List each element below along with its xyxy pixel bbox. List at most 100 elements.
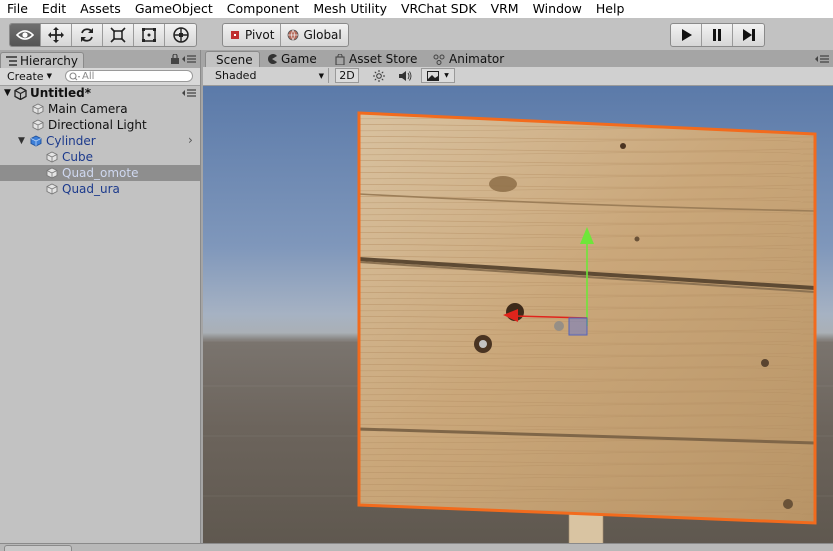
- scene-panel: Scene Game Asset Store Animator Shaded ▼…: [203, 50, 833, 543]
- rotate-tool-button[interactable]: [72, 24, 103, 46]
- pause-icon: [713, 29, 721, 41]
- gameobject-cube-icon: [32, 119, 44, 131]
- menu-help[interactable]: Help: [589, 0, 632, 18]
- global-button[interactable]: Global: [281, 24, 347, 46]
- menu-window[interactable]: Window: [526, 0, 589, 18]
- shading-mode-value: Shaded: [215, 69, 257, 82]
- tab-label: Scene: [216, 53, 253, 67]
- scene-name: Untitled*: [30, 86, 91, 100]
- animator-nodes-icon: [433, 54, 445, 65]
- chevron-down-icon: ▼: [444, 72, 449, 79]
- pivot-label: Pivot: [245, 28, 275, 42]
- hierarchy-item-quad-ura[interactable]: Quad_ura: [0, 181, 200, 197]
- step-button[interactable]: [733, 24, 764, 46]
- scene-tabstrip: Scene Game Asset Store Animator: [203, 50, 833, 68]
- tab-label: Game: [281, 52, 317, 66]
- menu-edit[interactable]: Edit: [35, 0, 73, 18]
- transform-tool-button[interactable]: [165, 24, 196, 46]
- lock-icon[interactable]: [171, 54, 179, 64]
- lighting-toggle[interactable]: [369, 68, 389, 83]
- tab-label: Asset Store: [349, 52, 418, 66]
- move-tool-button[interactable]: [41, 24, 72, 46]
- expand-arrow-icon[interactable]: ▼: [18, 136, 30, 146]
- menu-vrchat-sdk[interactable]: VRChat SDK: [394, 0, 484, 18]
- tab-animator[interactable]: Animator: [427, 51, 510, 67]
- gizmo-plane-handle[interactable]: [568, 317, 588, 336]
- create-dropdown[interactable]: Create ▼: [4, 69, 55, 83]
- prefab-cube-icon: [30, 135, 42, 147]
- hierarchy-item-directional-light[interactable]: Directional Light: [0, 117, 200, 133]
- hierarchy-item-cube[interactable]: Cube: [0, 149, 200, 165]
- unity-scene-icon: [14, 86, 27, 100]
- hierarchy-item-cylinder[interactable]: ▼ Cylinder ›: [0, 133, 200, 149]
- item-label: Quad_ura: [62, 182, 120, 196]
- tab-asset-store[interactable]: Asset Store: [329, 51, 423, 67]
- main-toolbar: Pivot Global: [0, 18, 833, 50]
- bottom-tab-project[interactable]: [4, 545, 72, 551]
- sun-icon: [373, 69, 385, 82]
- menu-file[interactable]: File: [0, 0, 35, 18]
- bottom-tab-console[interactable]: [82, 546, 142, 551]
- play-button[interactable]: [671, 24, 702, 46]
- step-icon: [742, 29, 755, 41]
- globe-icon: [288, 29, 299, 41]
- quad-omote-mesh[interactable]: [353, 106, 823, 536]
- expand-arrow-icon[interactable]: ▼: [4, 88, 14, 98]
- chevron-down-icon: ▼: [318, 71, 324, 80]
- toggle-2d-label: 2D: [339, 69, 355, 82]
- pivot-icon: [231, 31, 239, 39]
- create-label: Create: [7, 69, 44, 83]
- audio-toggle[interactable]: [395, 68, 415, 83]
- pause-button[interactable]: [702, 24, 733, 46]
- scale-icon: [110, 27, 126, 43]
- transform-icon: [172, 27, 189, 43]
- gameobject-cube-icon: [32, 103, 44, 115]
- hierarchy-search-input[interactable]: All: [65, 70, 193, 82]
- scene-toolbar: Shaded ▼ 2D ▼: [203, 67, 833, 86]
- pivot-button[interactable]: Pivot: [223, 24, 282, 46]
- tab-scene[interactable]: Scene: [205, 51, 260, 68]
- scale-tool-button[interactable]: [103, 24, 134, 46]
- view-tool-button[interactable]: [10, 24, 41, 46]
- hierarchy-toolbar: Create ▼ All: [0, 68, 200, 86]
- menu-mesh-utility[interactable]: Mesh Utility: [306, 0, 394, 18]
- gameobject-cube-icon: [46, 167, 58, 179]
- hierarchy-tab-label: Hierarchy: [20, 54, 79, 68]
- scene-root-row[interactable]: ▼ Untitled*: [0, 85, 200, 101]
- hierarchy-item-main-camera[interactable]: Main Camera: [0, 101, 200, 117]
- tab-game[interactable]: Game: [261, 51, 323, 67]
- gameobject-cube-icon: [46, 151, 58, 163]
- shading-mode-dropdown[interactable]: Shaded ▼: [211, 68, 329, 83]
- rotate-icon: [81, 28, 93, 42]
- rect-tool-button[interactable]: [134, 24, 165, 46]
- search-placeholder: All: [82, 70, 95, 82]
- panel-menu-icon[interactable]: [815, 54, 829, 64]
- tab-hierarchy[interactable]: Hierarchy: [0, 52, 85, 69]
- scene-render[interactable]: [203, 86, 833, 543]
- global-label: Global: [303, 28, 342, 42]
- hierarchy-tabstrip: Hierarchy: [0, 50, 200, 69]
- item-label: Cylinder: [46, 134, 96, 148]
- scene-menu-icon[interactable]: [182, 88, 196, 98]
- scene-viewport[interactable]: [203, 86, 833, 543]
- tab-label: Animator: [449, 52, 505, 66]
- speaker-icon: [399, 70, 412, 81]
- hierarchy-panel: Hierarchy Create ▼ All ▼ Untitled* Main …: [0, 50, 201, 543]
- play-icon: [682, 29, 692, 41]
- hierarchy-item-quad-omote[interactable]: Quad_omote: [0, 165, 200, 181]
- rect-icon: [142, 28, 156, 42]
- chevron-down-icon: ▼: [46, 72, 52, 80]
- effects-dropdown[interactable]: ▼: [421, 68, 455, 83]
- toggle-2d-button[interactable]: 2D: [335, 68, 359, 83]
- menu-assets[interactable]: Assets: [73, 0, 128, 18]
- playback-controls: [670, 23, 765, 47]
- pivot-toggles: Pivot Global: [222, 23, 349, 47]
- panel-menu-icon[interactable]: [182, 54, 196, 64]
- menu-component[interactable]: Component: [220, 0, 307, 18]
- pacman-icon: [268, 54, 277, 64]
- menu-gameobject[interactable]: GameObject: [128, 0, 220, 18]
- menu-vrm[interactable]: VRM: [484, 0, 526, 18]
- chevron-right-icon[interactable]: ›: [188, 133, 193, 147]
- item-label: Quad_omote: [62, 166, 139, 180]
- item-label: Directional Light: [48, 118, 147, 132]
